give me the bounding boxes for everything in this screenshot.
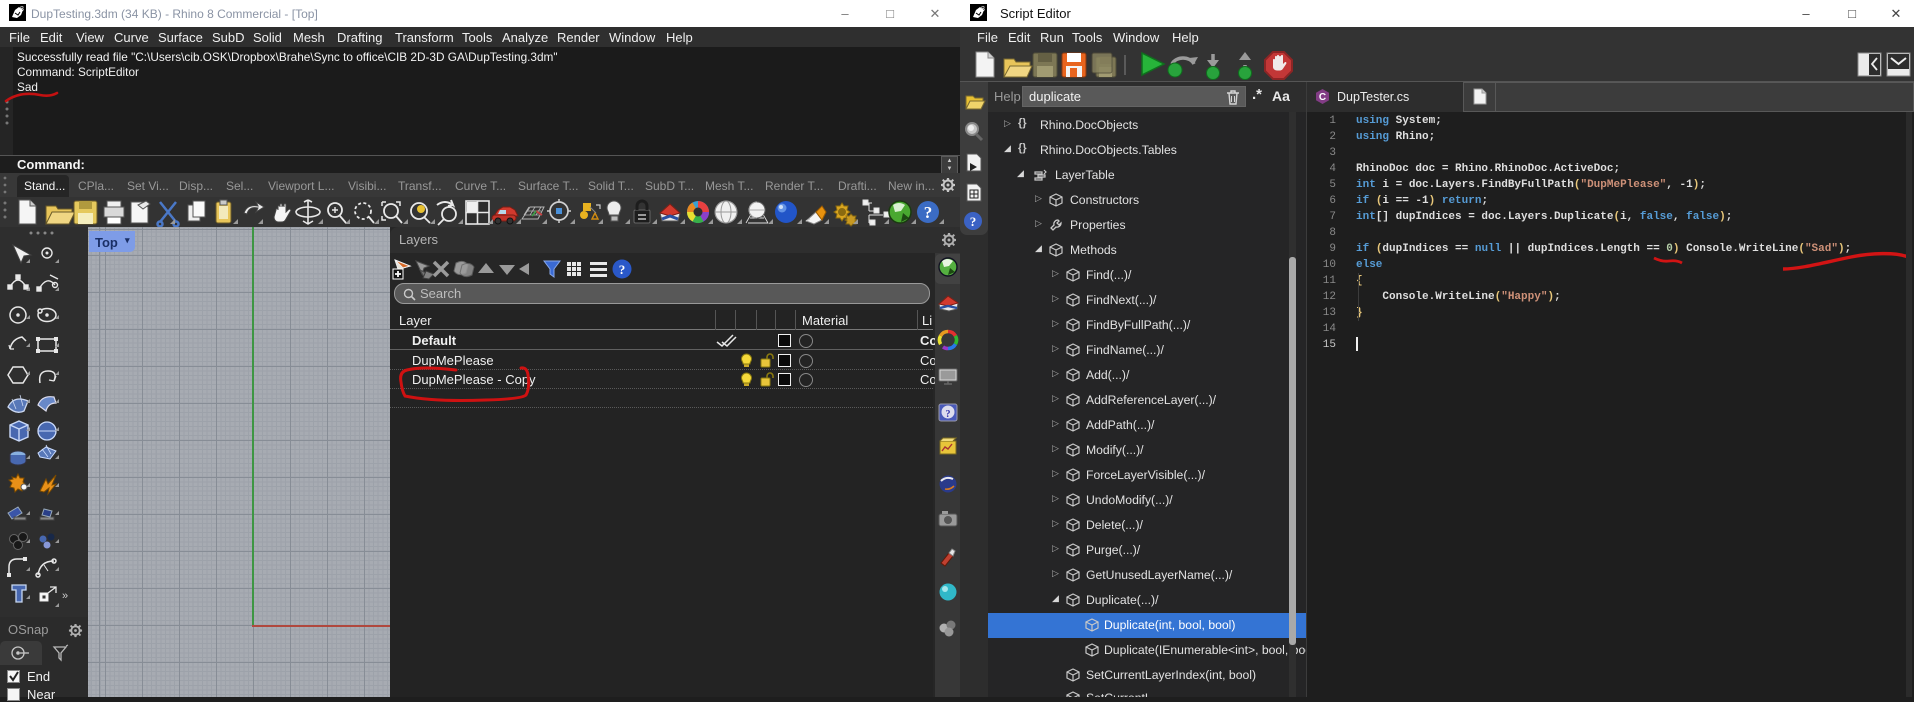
svg-text:?: ? bbox=[946, 409, 951, 420]
svg-text:?: ? bbox=[924, 203, 933, 222]
svg-text:?: ? bbox=[970, 214, 977, 229]
svg-text:»: » bbox=[62, 590, 68, 602]
svg-text:C: C bbox=[1319, 92, 1326, 103]
svg-text:8: 8 bbox=[981, 6, 985, 13]
svg-text:8: 8 bbox=[20, 6, 24, 13]
svg-text:?: ? bbox=[619, 262, 626, 277]
